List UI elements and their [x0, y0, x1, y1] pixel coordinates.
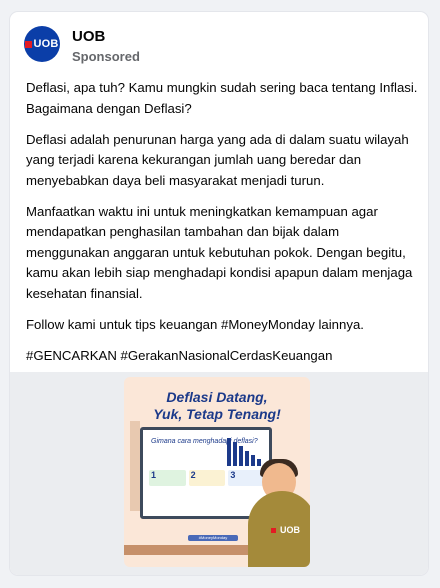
post-body: Deflasi, apa tuh? Kamu mungkin sudah ser… [26, 78, 418, 377]
advertiser-name[interactable]: UOB [72, 28, 105, 45]
ad-image[interactable]: Deflasi Datang, Yuk, Tetap Tenang! Giman… [124, 377, 310, 567]
ad-logo: UOB [271, 525, 300, 535]
post-paragraph: Manfaatkan waktu ini untuk meningkatkan … [26, 203, 417, 301]
ad-hashtag-tag: #MoneyMonday [188, 535, 238, 541]
chart-bar-icon [245, 451, 249, 466]
monitor-graphic: Gimana cara menghadapi deflasi? 1 2 3 [140, 427, 272, 519]
post-media: Deflasi Datang, Yuk, Tetap Tenang! Giman… [10, 372, 428, 575]
ad-step: 2 [188, 470, 226, 486]
chart-bar-icon [239, 446, 243, 466]
sponsored-label[interactable]: Sponsored [72, 49, 140, 64]
ad-step: 1 [149, 470, 186, 486]
ad-steps: 1 2 3 [149, 470, 266, 486]
declining-bar-chart-icon [227, 438, 263, 466]
uob-logo-mark-icon [271, 528, 277, 533]
post-header: UOB UOB Sponsored [10, 12, 428, 72]
ad-logo-text: UOB [280, 525, 300, 535]
ad-headline-line1: Deflasi Datang, [166, 389, 268, 405]
ad-headline: Deflasi Datang, Yuk, Tetap Tenang! [124, 389, 310, 423]
chart-bar-icon [227, 438, 231, 466]
ad-headline-line2: Yuk, Tetap Tenang! [153, 406, 281, 422]
post-paragraph: Follow kami untuk tips keuangan #MoneyMo… [26, 316, 364, 332]
hashtags[interactable]: #GENCARKAN #GerakanNasionalCerdasKeuanga… [26, 346, 418, 367]
chart-bar-icon [233, 442, 237, 466]
chart-bar-icon [257, 459, 261, 466]
bookshelf-graphic [130, 421, 140, 511]
post-paragraph: Deflasi adalah penurunan harga yang ada … [26, 131, 413, 188]
chart-bar-icon [251, 455, 255, 466]
avatar-logo-text: UOB [33, 38, 59, 50]
advertiser-avatar[interactable]: UOB [24, 26, 60, 62]
uob-logo-mark-icon [25, 40, 33, 48]
post-paragraph: Deflasi, apa tuh? Kamu mungkin sudah ser… [26, 80, 422, 116]
ad-post-card: UOB UOB Sponsored Deflasi, apa tuh? Kamu… [10, 12, 428, 575]
